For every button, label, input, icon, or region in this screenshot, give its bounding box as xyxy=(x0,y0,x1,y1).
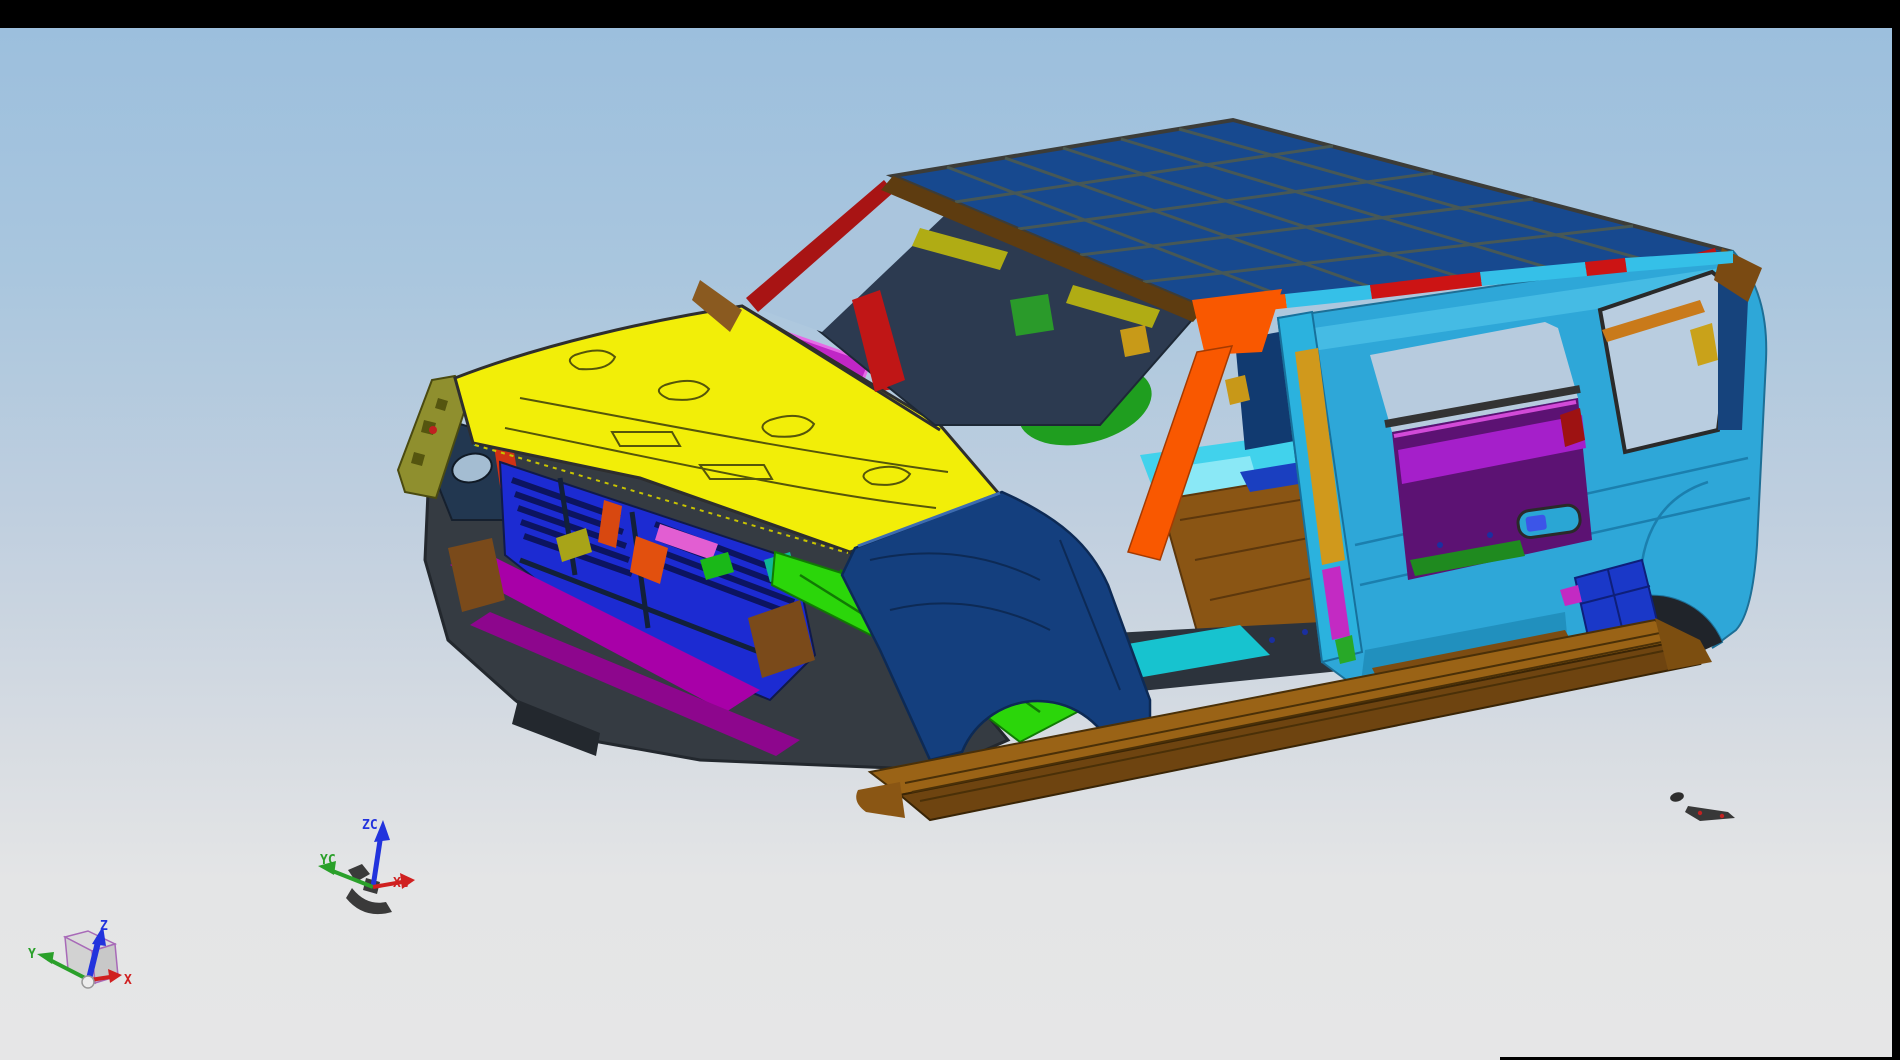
debris-red-dot1 xyxy=(1698,811,1702,815)
model-canvas: ZC YC XC Z Y X xyxy=(0,0,1900,1060)
fender-cap-red-dot xyxy=(429,426,437,434)
wcs-x-label: XC xyxy=(393,876,409,891)
wcs-y-label: YC xyxy=(320,853,336,868)
debris-bolt xyxy=(1669,791,1685,803)
debris-bracket xyxy=(1685,806,1735,821)
abs-y-arrowhead xyxy=(37,952,54,964)
abs-triad[interactable]: Z Y X xyxy=(28,919,132,988)
cad-viewport[interactable]: ZC YC XC Z Y X xyxy=(0,0,1900,1060)
window-right-bar xyxy=(1892,0,1900,1060)
car-model[interactable] xyxy=(398,120,1766,821)
abs-y-label: Y xyxy=(28,947,36,962)
debris-parts[interactable] xyxy=(1669,791,1735,821)
wcs-triad[interactable]: ZC YC XC xyxy=(318,818,415,914)
header-green-bits xyxy=(1010,294,1054,336)
wcs-origin-hardware xyxy=(346,864,392,914)
abs-z-label: Z xyxy=(100,919,108,934)
window-top-bar xyxy=(0,0,1900,28)
debris-red-dot2 xyxy=(1720,814,1724,818)
abs-x-label: X xyxy=(124,973,132,988)
wcs-z-label: ZC xyxy=(362,818,378,833)
header-gold-bit xyxy=(1120,325,1150,357)
abs-origin-sphere xyxy=(82,976,94,988)
running-board-tip xyxy=(856,782,905,818)
